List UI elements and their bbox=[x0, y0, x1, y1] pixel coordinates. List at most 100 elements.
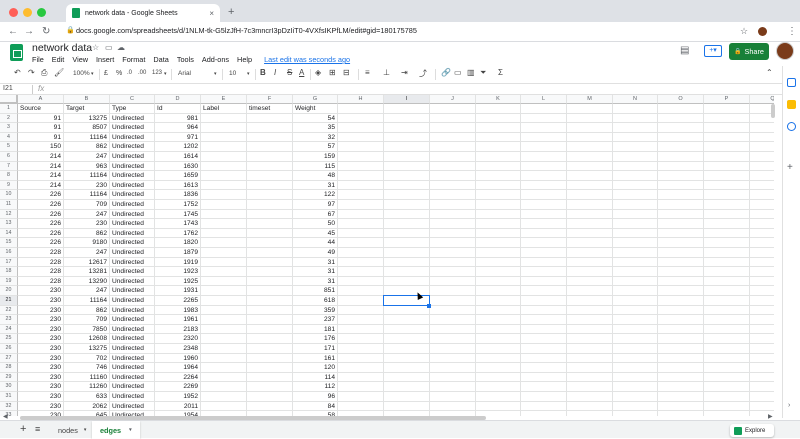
table-cell[interactable] bbox=[521, 180, 567, 191]
row-header[interactable]: 10 bbox=[0, 190, 18, 200]
table-cell[interactable] bbox=[704, 267, 750, 277]
row-header[interactable]: 4 bbox=[0, 132, 18, 143]
table-cell[interactable]: 122 bbox=[293, 190, 338, 200]
table-cell[interactable] bbox=[201, 276, 247, 287]
font-select[interactable]: Arial bbox=[178, 70, 191, 77]
table-cell[interactable]: 862 bbox=[64, 305, 110, 316]
table-cell[interactable] bbox=[521, 372, 567, 383]
table-cell[interactable] bbox=[247, 257, 293, 268]
table-cell[interactable] bbox=[384, 142, 430, 152]
table-cell[interactable] bbox=[247, 305, 293, 316]
insert-link-icon[interactable]: 🔗 bbox=[441, 68, 451, 77]
menu-edit[interactable]: Edit bbox=[52, 55, 65, 64]
table-cell[interactable] bbox=[658, 113, 704, 124]
table-cell[interactable] bbox=[476, 363, 521, 373]
table-cell[interactable] bbox=[750, 258, 774, 268]
table-cell[interactable] bbox=[430, 363, 476, 373]
table-cell[interactable] bbox=[658, 171, 704, 181]
table-cell[interactable] bbox=[704, 228, 750, 239]
table-cell[interactable] bbox=[704, 286, 750, 296]
table-cell[interactable]: 230 bbox=[64, 180, 110, 191]
table-cell[interactable] bbox=[201, 152, 247, 162]
table-cell[interactable] bbox=[658, 344, 704, 354]
table-cell[interactable]: Undirected bbox=[110, 219, 155, 229]
tab-close-icon[interactable]: × bbox=[209, 9, 214, 18]
column-title-cell[interactable] bbox=[658, 104, 704, 114]
table-cell[interactable] bbox=[247, 248, 293, 258]
table-cell[interactable]: Undirected bbox=[110, 267, 155, 277]
table-cell[interactable] bbox=[750, 315, 774, 325]
table-cell[interactable]: 862 bbox=[64, 142, 110, 152]
table-cell[interactable] bbox=[247, 372, 293, 383]
table-cell[interactable]: 230 bbox=[64, 219, 110, 229]
table-cell[interactable] bbox=[704, 152, 750, 162]
table-cell[interactable]: 230 bbox=[18, 344, 64, 354]
table-cell[interactable]: 11164 bbox=[64, 296, 110, 306]
table-cell[interactable] bbox=[567, 372, 613, 383]
cloud-saved-icon[interactable]: ☁ bbox=[117, 43, 125, 52]
chevron-down-icon[interactable]: ▾ bbox=[129, 427, 132, 433]
table-cell[interactable] bbox=[384, 132, 430, 143]
table-cell[interactable] bbox=[384, 238, 430, 248]
table-cell[interactable] bbox=[338, 190, 384, 200]
fill-handle[interactable] bbox=[427, 303, 431, 308]
table-cell[interactable] bbox=[567, 286, 613, 296]
table-cell[interactable] bbox=[338, 363, 384, 373]
table-cell[interactable]: 230 bbox=[18, 392, 64, 402]
table-cell[interactable] bbox=[476, 315, 521, 325]
paint-format-icon[interactable]: 🖌 bbox=[54, 68, 64, 77]
table-cell[interactable] bbox=[247, 142, 293, 152]
table-cell[interactable] bbox=[476, 372, 521, 383]
table-cell[interactable] bbox=[338, 248, 384, 258]
column-title-cell[interactable] bbox=[567, 104, 613, 114]
table-cell[interactable] bbox=[476, 334, 521, 344]
table-cell[interactable] bbox=[476, 142, 521, 152]
table-cell[interactable]: 91 bbox=[18, 113, 64, 124]
column-title-cell[interactable] bbox=[338, 104, 384, 114]
table-cell[interactable] bbox=[476, 209, 521, 220]
horizontal-align-icon[interactable]: ≡ bbox=[365, 68, 370, 77]
table-cell[interactable] bbox=[521, 267, 567, 277]
table-cell[interactable]: Undirected bbox=[110, 228, 155, 239]
table-cell[interactable] bbox=[704, 219, 750, 229]
table-cell[interactable]: Undirected bbox=[110, 315, 155, 325]
table-cell[interactable]: 11164 bbox=[64, 132, 110, 143]
column-header-b[interactable]: B bbox=[64, 95, 110, 104]
table-cell[interactable] bbox=[521, 152, 567, 162]
table-cell[interactable]: 161 bbox=[293, 353, 338, 364]
column-header-e[interactable]: E bbox=[201, 95, 247, 104]
table-cell[interactable] bbox=[247, 180, 293, 191]
table-cell[interactable] bbox=[430, 190, 476, 200]
table-cell[interactable] bbox=[338, 324, 384, 335]
table-cell[interactable]: Undirected bbox=[110, 296, 155, 306]
table-cell[interactable] bbox=[338, 276, 384, 287]
table-cell[interactable]: 1762 bbox=[155, 228, 201, 239]
table-cell[interactable] bbox=[704, 353, 750, 364]
table-cell[interactable] bbox=[521, 248, 567, 258]
table-cell[interactable] bbox=[247, 324, 293, 335]
table-cell[interactable] bbox=[704, 392, 750, 402]
table-cell[interactable] bbox=[613, 401, 658, 412]
table-cell[interactable]: 31 bbox=[293, 267, 338, 277]
table-cell[interactable] bbox=[658, 219, 704, 229]
table-cell[interactable]: Undirected bbox=[110, 363, 155, 373]
row-header[interactable]: 28 bbox=[0, 363, 18, 373]
table-cell[interactable]: 230 bbox=[18, 305, 64, 316]
table-cell[interactable]: Undirected bbox=[110, 248, 155, 258]
table-cell[interactable]: 44 bbox=[293, 238, 338, 248]
table-cell[interactable] bbox=[384, 392, 430, 402]
table-cell[interactable] bbox=[430, 324, 476, 335]
table-cell[interactable] bbox=[704, 411, 750, 416]
table-cell[interactable]: 228 bbox=[18, 267, 64, 277]
table-cell[interactable]: 963 bbox=[64, 161, 110, 172]
strikethrough-button[interactable]: S bbox=[287, 68, 292, 77]
table-cell[interactable] bbox=[704, 113, 750, 124]
table-cell[interactable] bbox=[750, 152, 774, 162]
table-cell[interactable] bbox=[201, 372, 247, 383]
table-cell[interactable] bbox=[430, 219, 476, 229]
table-cell[interactable]: 54 bbox=[293, 113, 338, 124]
table-cell[interactable] bbox=[658, 180, 704, 191]
table-cell[interactable]: Undirected bbox=[110, 392, 155, 402]
table-cell[interactable] bbox=[476, 132, 521, 143]
table-cell[interactable] bbox=[247, 219, 293, 229]
